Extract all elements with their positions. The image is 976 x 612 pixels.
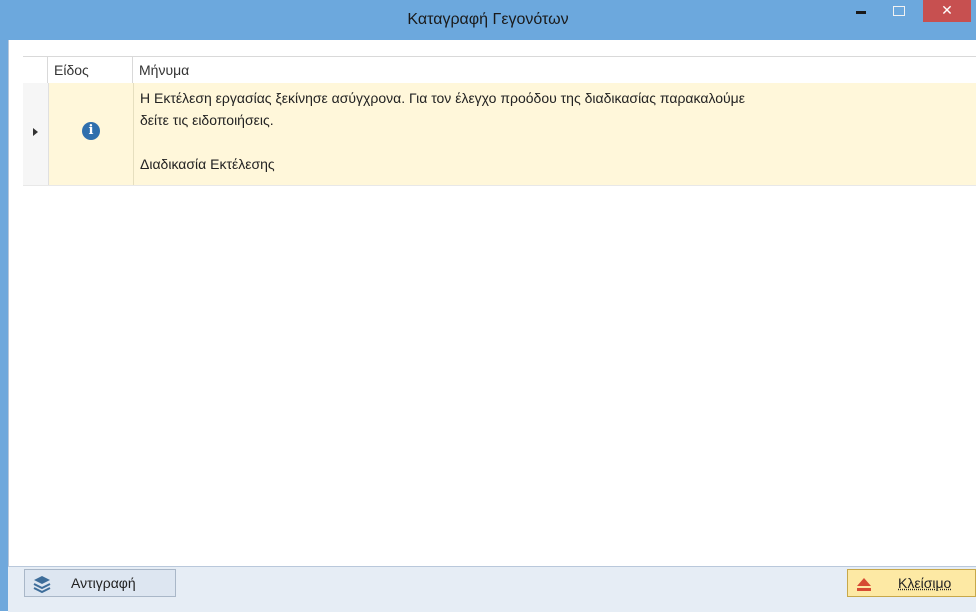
copy-button[interactable]: Αντιγραφή <box>24 569 176 597</box>
message-line-blank <box>140 131 970 153</box>
close-window-button[interactable]: ✕ <box>923 0 971 22</box>
minimize-button[interactable] <box>847 0 875 22</box>
row-indicator-header <box>23 57 48 83</box>
message-line: Διαδικασία Εκτέλεσης <box>140 153 970 175</box>
current-row-indicator <box>23 83 49 185</box>
footer-bar: Αντιγραφή Κλείσιμο <box>8 566 976 612</box>
type-cell: i <box>48 83 134 185</box>
column-header-type[interactable]: Είδος <box>48 57 133 83</box>
column-header-message[interactable]: Μήνυμα <box>133 57 976 83</box>
grid-header: Είδος Μήνυμα <box>23 56 976 84</box>
grid-top-spacer <box>9 40 976 56</box>
maximize-button[interactable] <box>885 0 913 22</box>
message-line: δείτε τις ειδοποιήσεις. <box>140 109 970 131</box>
eject-icon <box>856 576 872 592</box>
event-grid[interactable]: Είδος Μήνυμα i Η Εκτέλεση εργασίας ξεκίν… <box>8 40 976 566</box>
close-button[interactable]: Κλείσιμο <box>847 569 976 597</box>
title-bar[interactable]: Καταγραφή Γεγονότων ✕ <box>0 0 976 40</box>
layers-icon <box>33 575 51 593</box>
table-row[interactable]: i Η Εκτέλεση εργασίας ξεκίνησε ασύγχρονα… <box>23 83 976 186</box>
close-button-label: Κλείσιμο <box>898 570 951 596</box>
message-cell: Η Εκτέλεση εργασίας ξεκίνησε ασύγχρονα. … <box>140 87 970 175</box>
info-icon: i <box>82 122 100 140</box>
window-title: Καταγραφή Γεγονότων <box>0 0 976 40</box>
window-content: Είδος Μήνυμα i Η Εκτέλεση εργασίας ξεκίν… <box>8 40 976 611</box>
copy-button-label: Αντιγραφή <box>71 570 136 596</box>
event-log-window: Καταγραφή Γεγονότων ✕ Είδος Μήνυμα i Η Ε… <box>0 0 976 611</box>
message-line: Η Εκτέλεση εργασίας ξεκίνησε ασύγχρονα. … <box>140 87 970 109</box>
